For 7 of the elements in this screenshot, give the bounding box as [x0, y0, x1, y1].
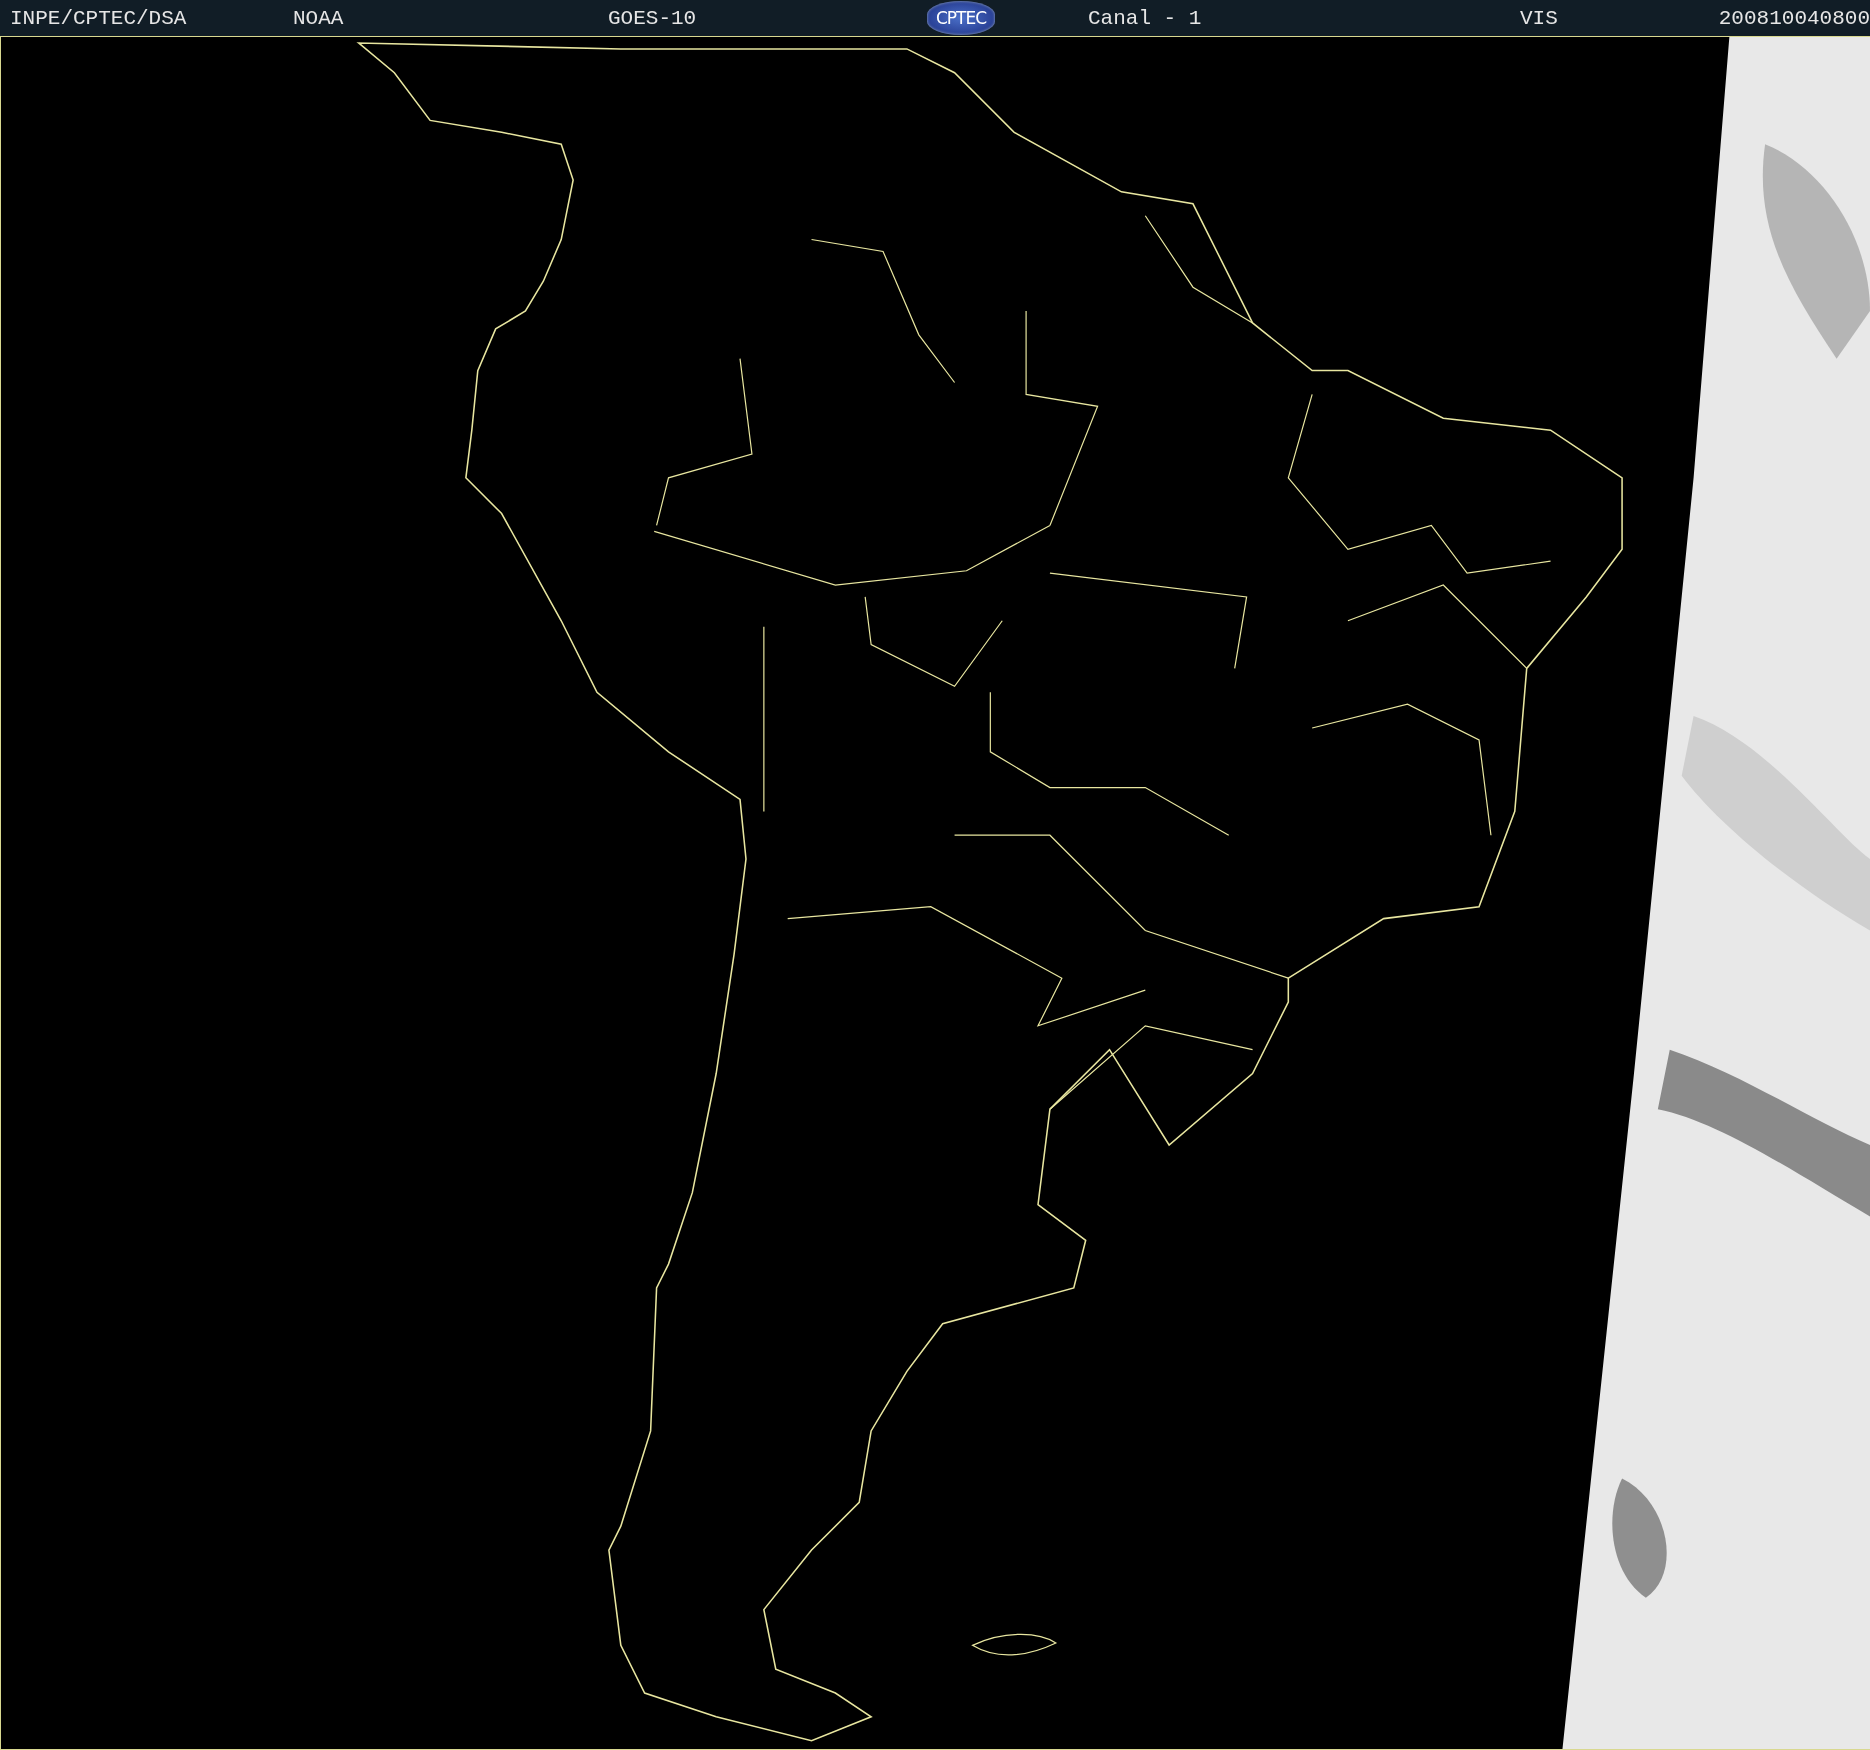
header-label: 200810040800 — [1718, 6, 1870, 30]
logo: CPTEC — [927, 1, 995, 35]
header-label: GOES-10 — [608, 6, 697, 30]
header-label: VIS — [1520, 6, 1558, 30]
header-label: Canal - 1 — [1088, 6, 1202, 30]
header-label: NOAA — [293, 6, 344, 30]
header-label: INPE/CPTEC/DSA — [10, 6, 187, 30]
